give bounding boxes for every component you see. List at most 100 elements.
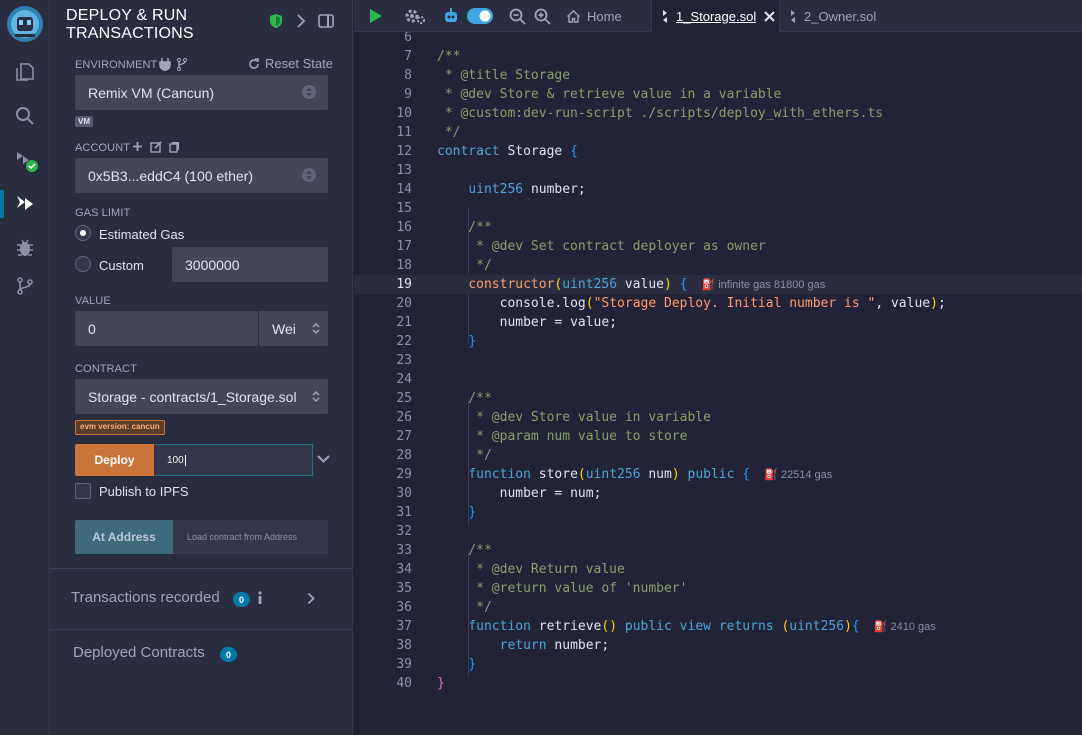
tab-2-owner[interactable]: 2_Owner.sol [779,0,889,32]
line-number: 39 [396,657,412,672]
chevron-down-icon[interactable] [317,454,330,464]
ai-toggle[interactable] [467,0,493,32]
solidity-compiler-icon[interactable] [0,140,50,180]
code-line[interactable]: 31 } [354,503,1082,522]
code-line[interactable]: 30 number = num; [354,484,1082,503]
run-script-button[interactable] [367,0,383,32]
chevron-right-icon[interactable] [307,592,315,605]
code-line[interactable]: 32 [354,522,1082,541]
code-line[interactable]: 23 [354,351,1082,370]
custom-gas-input[interactable]: 3000000 [172,247,328,282]
code-line[interactable]: 28 */ [354,446,1082,465]
value-amount: 0 [88,320,96,337]
code-line[interactable]: 7 /** [354,47,1082,66]
code-line[interactable]: 40} [354,674,1082,693]
panel-toggle-icon[interactable] [318,13,334,29]
editor-tabbar: Home 1_Storage.sol 2_Owner.sol [354,0,1082,32]
close-tab-icon[interactable] [764,10,775,22]
deploy-button[interactable]: Deploy [75,444,154,476]
line-number: 20 [396,296,412,311]
select-arrows-icon [302,85,316,99]
git-icon[interactable] [0,266,50,306]
code-line[interactable]: 26 * @dev Store value in variable [354,408,1082,427]
estimated-gas-radio[interactable] [75,225,91,241]
at-address-button[interactable]: At Address [75,520,173,554]
code-line[interactable]: 8 * @title Storage [354,66,1082,85]
reset-state-button[interactable]: Reset State [248,56,333,71]
code-line[interactable]: 15 [354,199,1082,218]
deployed-contracts-title[interactable]: Deployed Contracts [73,644,205,661]
code-line[interactable]: 27 * @param num value to store [354,427,1082,446]
code-line[interactable]: 18 */ [354,256,1082,275]
tab-1-storage[interactable]: 1_Storage.sol [651,0,779,32]
code-line[interactable]: 19 constructor(uint256 value) {⛽ infinit… [354,275,1082,294]
code-line[interactable]: 16 /** [354,218,1082,237]
code-line[interactable]: 17 * @dev Set contract deployer as owner [354,237,1082,256]
deploy-run-icon[interactable] [0,184,50,224]
code-line[interactable]: 24 [354,370,1082,389]
environment-select[interactable]: Remix VM (Cancun) [75,75,328,110]
environment-value: Remix VM (Cancun) [88,84,215,101]
line-number: 11 [396,125,412,140]
line-number: 31 [396,505,412,520]
verified-shield-icon[interactable] [269,13,283,29]
ai-assistant-button[interactable] [442,0,460,32]
file-explorer-icon[interactable] [0,52,50,92]
code-line[interactable]: 13 [354,161,1082,180]
zoom-in-icon [534,8,551,25]
code-line[interactable]: 20 console.log("Storage Deploy. Initial … [354,294,1082,313]
settings-button[interactable] [404,0,426,32]
line-code: * @dev Store & retrieve value in a varia… [437,87,782,102]
gas-estimate: ⛽ 2410 gas [873,621,936,633]
account-select[interactable]: 0x5B3...eddC4 (100 ether) [75,158,328,193]
custom-gas-radio[interactable] [75,256,91,272]
info-icon[interactable] [257,591,263,605]
plus-icon[interactable] [132,141,143,152]
chevron-right-icon[interactable] [296,13,306,29]
divider [50,629,353,630]
tab-home[interactable]: Home [558,0,651,32]
remix-logo-icon[interactable] [0,2,50,46]
code-line[interactable]: 37 function retrieve() public view retur… [354,617,1082,636]
custom-gas-value: 3000000 [185,256,240,273]
code-line[interactable]: 35 * @return value of 'number' [354,579,1082,598]
code-line[interactable]: 12 contract Storage { [354,142,1082,161]
reset-state-label: Reset State [265,56,333,71]
value-input[interactable]: 0 [75,311,258,346]
code-line[interactable]: 9 * @dev Store & retrieve value in a var… [354,85,1082,104]
code-line[interactable]: 11 */ [354,123,1082,142]
search-icon[interactable] [0,96,50,136]
line-code: * @param num value to store [437,429,688,444]
code-line[interactable]: 38 return number; [354,636,1082,655]
transactions-recorded-title[interactable]: Transactions recorded [71,589,220,606]
plug-icon[interactable] [159,58,171,71]
code-line[interactable]: 39 } [354,655,1082,674]
deployed-count-badge: 0 [220,647,237,662]
code-line[interactable]: 21 number = value; [354,313,1082,332]
code-line[interactable]: 14 uint256 number; [354,180,1082,199]
code-line[interactable]: 33 /** [354,541,1082,560]
value-unit-select[interactable]: Wei [259,311,328,346]
divider [50,568,353,569]
code-line[interactable]: 25 /** [354,389,1082,408]
copy-icon[interactable] [169,141,180,153]
code-editor[interactable]: 6 7/** 8 * @title Storage 9 * @dev Store & … [354,32,1082,735]
debugger-icon[interactable] [0,228,50,268]
constructor-arg-input[interactable]: 100 [154,444,313,476]
code-line[interactable]: 34 * @dev Return value [354,560,1082,579]
contract-select[interactable]: Storage - contracts/1_Storage.sol [75,379,328,414]
line-number: 13 [396,163,412,178]
zoom-out-button[interactable] [509,0,526,32]
fork-icon[interactable] [176,58,188,71]
zoom-out-icon [509,8,526,25]
code-line[interactable]: 6 [354,32,1082,47]
line-number: 24 [396,372,412,387]
code-line[interactable]: 22 } [354,332,1082,351]
code-line[interactable]: 10 * @custom:dev-run-script ./scripts/de… [354,104,1082,123]
zoom-in-button[interactable] [534,0,551,32]
code-line[interactable]: 29 function store(uint256 num) public {⛽… [354,465,1082,484]
edit-icon[interactable] [150,141,162,153]
load-contract-input[interactable]: Load contract from Address [173,520,328,554]
code-line[interactable]: 36 */ [354,598,1082,617]
publish-ipfs-checkbox[interactable] [75,483,91,499]
